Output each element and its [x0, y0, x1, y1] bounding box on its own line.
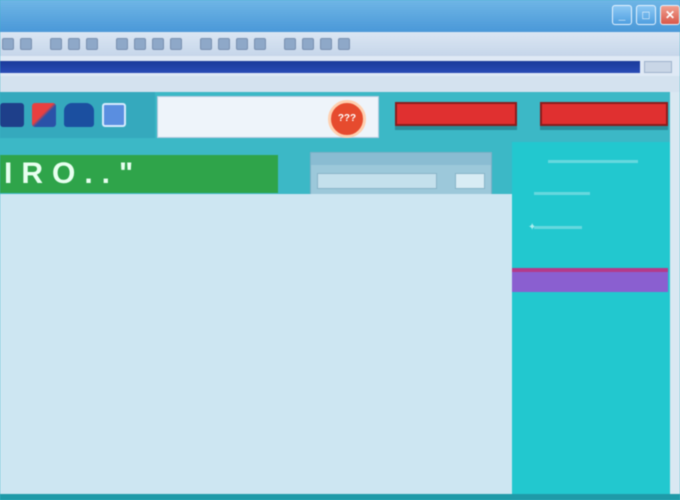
toolbar-icon[interactable]: [134, 38, 146, 50]
app-icon-1[interactable]: [0, 103, 24, 127]
window-bottom-edge: [0, 494, 680, 500]
toolbar-icon[interactable]: [320, 38, 332, 50]
sidebar-item[interactable]: [534, 192, 590, 195]
address-go-button[interactable]: [644, 61, 672, 73]
toolbar-icon[interactable]: [50, 38, 62, 50]
sidebar-highlight-bar[interactable]: [512, 268, 668, 292]
sidebar-item[interactable]: [548, 160, 638, 163]
minimize-button[interactable]: _: [612, 5, 632, 25]
toolbar-icon[interactable]: [302, 38, 314, 50]
logo-badge[interactable]: ???: [328, 100, 366, 138]
toolbar-icon[interactable]: [68, 38, 80, 50]
toolbar-icon[interactable]: [116, 38, 128, 50]
dialog-input[interactable]: [317, 173, 437, 189]
toolbar-icon[interactable]: [2, 38, 14, 50]
app-icon-bar: [0, 92, 155, 138]
sidebar-item[interactable]: [534, 226, 582, 229]
small-dialog: [310, 152, 492, 198]
toolbar-icon[interactable]: [236, 38, 248, 50]
cloud-icon[interactable]: [64, 103, 94, 127]
app-icon-2[interactable]: [32, 103, 56, 127]
dialog-title-bar: [311, 153, 491, 165]
address-bar[interactable]: [0, 61, 640, 73]
toolbar-icon[interactable]: [20, 38, 32, 50]
toolbar-icon[interactable]: [284, 38, 296, 50]
red-action-button-1[interactable]: [395, 102, 517, 126]
toolbar-icon[interactable]: [86, 38, 98, 50]
toolbar-icon[interactable]: [218, 38, 230, 50]
banner-heading: IRO..": [0, 155, 278, 193]
toolbar-icon[interactable]: [254, 38, 266, 50]
main-content-panel: [0, 194, 512, 494]
toolbar-icon[interactable]: [200, 38, 212, 50]
toolbar-icon[interactable]: [152, 38, 164, 50]
toolbar: [0, 32, 680, 56]
window-right-edge: [670, 92, 680, 500]
maximize-button[interactable]: □: [636, 5, 656, 25]
mail-icon[interactable]: [102, 103, 126, 127]
toolbar-icon[interactable]: [170, 38, 182, 50]
title-bar: [0, 0, 680, 32]
dialog-button[interactable]: [455, 173, 485, 189]
close-button[interactable]: ✕: [660, 5, 680, 25]
divider-strip: [0, 76, 680, 92]
red-action-button-2[interactable]: [540, 102, 668, 126]
toolbar-icon[interactable]: [338, 38, 350, 50]
